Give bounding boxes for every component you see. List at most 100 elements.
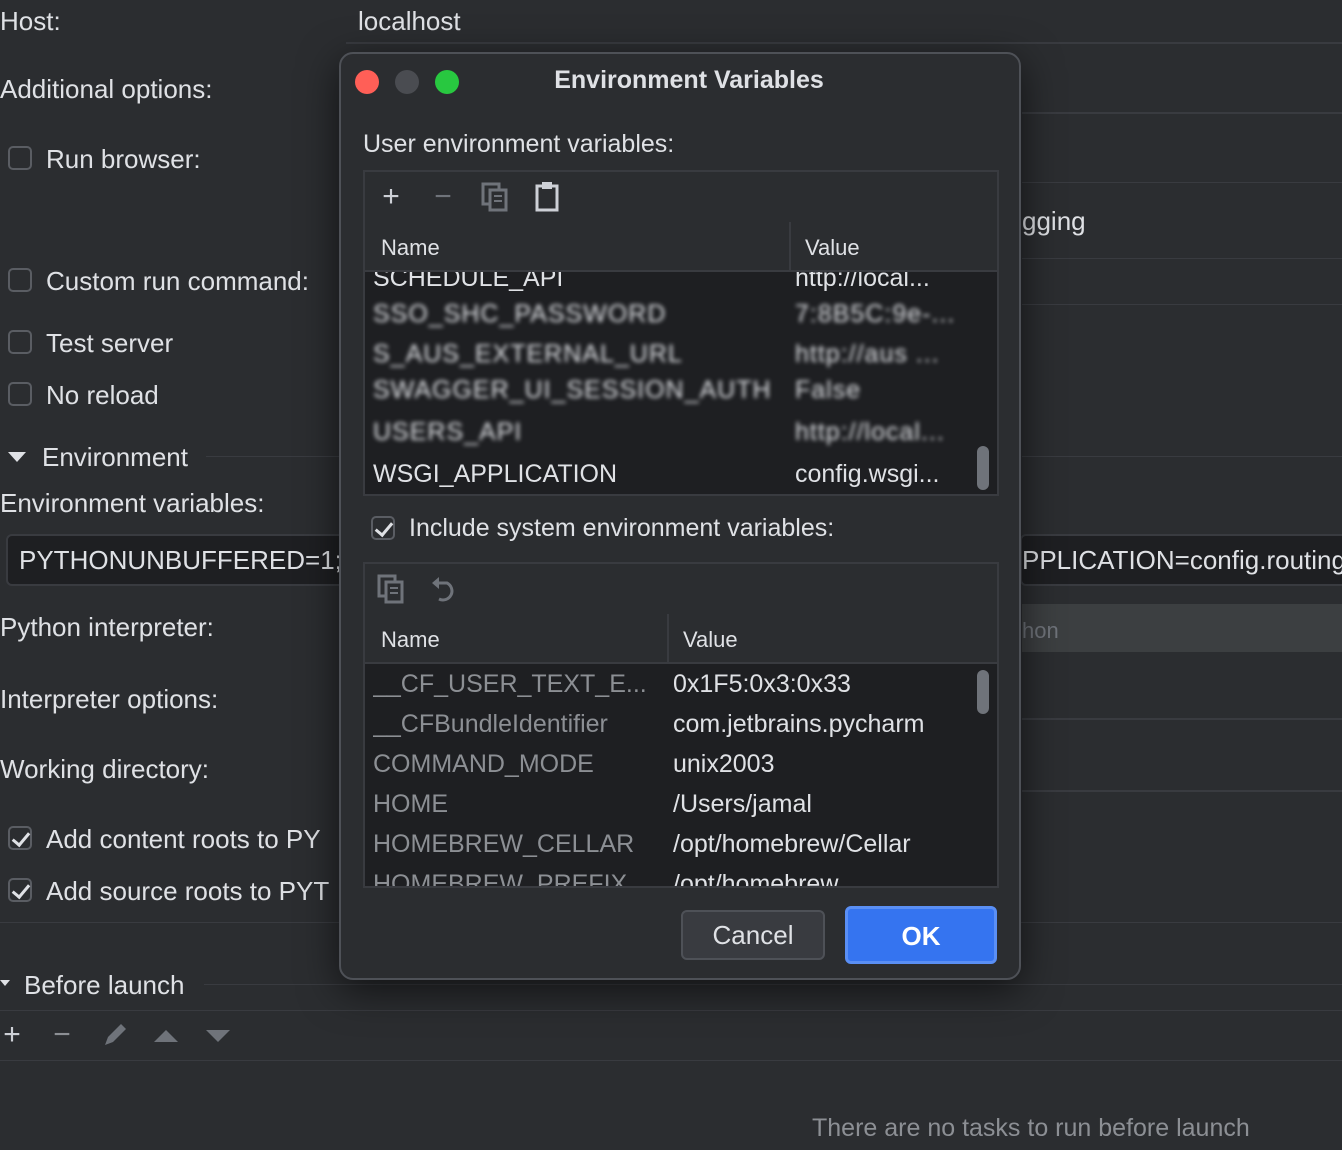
custom-run-command-checkbox[interactable] bbox=[8, 268, 32, 292]
variable-name: COMMAND_MODE bbox=[373, 750, 594, 778]
run-browser-checkbox[interactable] bbox=[8, 146, 32, 170]
variable-value: 0x1F5:0x3:0x33 bbox=[673, 670, 851, 698]
value-column-header[interactable]: Value bbox=[683, 627, 738, 653]
user-env-rows: SCHEDULE_API http://local... SSO_SHC_PAS… bbox=[365, 272, 967, 494]
column-separator bbox=[667, 614, 669, 662]
test-server-checkbox[interactable] bbox=[8, 330, 32, 354]
add-task-icon[interactable]: + bbox=[0, 1020, 28, 1050]
edit-task-icon[interactable] bbox=[100, 1020, 130, 1057]
variable-name: USERS_API bbox=[373, 418, 523, 446]
variable-name: SWAGGER_UI_SESSION_AUTH bbox=[373, 376, 772, 404]
dialog-title: Environment Variables bbox=[554, 66, 824, 94]
interpreter-options-field[interactable] bbox=[1022, 674, 1342, 720]
variable-value: http://local... bbox=[795, 272, 930, 292]
interpreter-options-label: Interpreter options: bbox=[0, 684, 219, 714]
divider bbox=[0, 1060, 1342, 1061]
add-content-roots-checkbox[interactable] bbox=[8, 826, 32, 850]
environment-variables-dialog: Environment Variables User environment v… bbox=[339, 52, 1021, 980]
name-column-header[interactable]: Name bbox=[381, 235, 440, 261]
variable-name: HOMEBREW_PREFIX bbox=[373, 870, 628, 888]
add-content-roots-label: Add content roots to PY bbox=[46, 824, 321, 854]
system-env-table-header: Name Value bbox=[365, 614, 997, 664]
no-reload-label: No reload bbox=[46, 380, 159, 410]
include-system-env-label: Include system environment variables: bbox=[409, 514, 835, 542]
revert-icon[interactable] bbox=[429, 574, 459, 611]
host-label: Host: bbox=[0, 6, 61, 36]
variable-name: WSGI_APPLICATION bbox=[373, 460, 618, 488]
copy-icon[interactable] bbox=[377, 574, 405, 611]
environment-section-line-right bbox=[1022, 456, 1342, 457]
logging-label-partial: gging bbox=[1022, 206, 1086, 236]
table-row[interactable]: SWAGGER_UI_SESSION_AUTH False bbox=[365, 376, 967, 416]
remove-task-icon[interactable]: − bbox=[46, 1020, 78, 1050]
working-directory-label: Working directory: bbox=[0, 754, 210, 784]
system-env-vars-table: Name Value __CF_USER_TEXT_E... 0x1F5:0x3… bbox=[363, 562, 999, 888]
divider bbox=[1022, 258, 1342, 259]
variable-value: http://aus ... bbox=[795, 340, 940, 368]
table-row[interactable]: HOMEBREW_PREFIX /opt/homebrew bbox=[365, 870, 967, 888]
cancel-button[interactable]: Cancel bbox=[681, 910, 825, 960]
before-launch-section-title[interactable]: Before launch bbox=[24, 970, 184, 1001]
variable-value: /Users/jamal bbox=[673, 790, 812, 818]
table-row[interactable]: HOMEBREW_CELLAR /opt/homebrew/Cellar bbox=[365, 830, 967, 870]
user-env-table-header: Name Value bbox=[365, 222, 997, 272]
no-reload-checkbox[interactable] bbox=[8, 382, 32, 406]
run-browser-field-line bbox=[1022, 182, 1342, 183]
python-interpreter-label: Python interpreter: bbox=[0, 612, 214, 642]
variable-name: SCHEDULE_API bbox=[373, 272, 564, 292]
add-source-roots-checkbox[interactable] bbox=[8, 878, 32, 902]
system-env-scrollbar[interactable] bbox=[977, 670, 989, 714]
variable-name: S_AUS_EXTERNAL_URL bbox=[373, 340, 683, 368]
no-tasks-message: There are no tasks to run before launch bbox=[812, 1114, 1250, 1142]
table-row[interactable]: COMMAND_MODE unix2003 bbox=[365, 750, 967, 790]
system-env-rows: __CF_USER_TEXT_E... 0x1F5:0x3:0x33 __CFB… bbox=[365, 664, 967, 888]
variable-value: config.wsgi... bbox=[795, 460, 940, 488]
table-row[interactable]: __CF_USER_TEXT_E... 0x1F5:0x3:0x33 bbox=[365, 670, 967, 710]
divider bbox=[1022, 304, 1342, 305]
variable-value: unix2003 bbox=[673, 750, 775, 778]
host-field[interactable]: localhost bbox=[346, 0, 1342, 44]
table-row[interactable]: __CFBundleIdentifier com.jetbrains.pycha… bbox=[365, 710, 967, 750]
additional-options-field[interactable] bbox=[1022, 66, 1342, 114]
variable-name: HOME bbox=[373, 790, 448, 818]
include-system-env-checkbox[interactable] bbox=[371, 516, 395, 540]
user-env-vars-label: User environment variables: bbox=[363, 130, 675, 158]
user-env-vars-table: + − Name Value SCHEDULE_API http://local… bbox=[363, 170, 999, 496]
env-vars-value: PYTHONUNBUFFERED=1;/ bbox=[19, 545, 350, 575]
env-vars-field-right[interactable]: PPLICATION=config.routing bbox=[1020, 534, 1342, 586]
value-column-header[interactable]: Value bbox=[805, 235, 860, 261]
variable-value: /opt/homebrew/Cellar bbox=[673, 830, 911, 858]
python-interpreter-select[interactable]: hon bbox=[1022, 604, 1342, 652]
table-row[interactable]: WSGI_APPLICATION config.wsgi... bbox=[365, 460, 967, 494]
remove-variable-icon[interactable]: − bbox=[427, 182, 459, 212]
table-row[interactable]: HOME /Users/jamal bbox=[365, 790, 967, 830]
copy-icon[interactable] bbox=[481, 182, 509, 219]
user-env-scrollbar[interactable] bbox=[977, 446, 989, 490]
move-up-icon[interactable] bbox=[154, 1030, 178, 1042]
move-down-icon[interactable] bbox=[206, 1030, 230, 1042]
env-vars-field[interactable]: PYTHONUNBUFFERED=1;/ bbox=[6, 534, 350, 586]
working-directory-field[interactable] bbox=[1022, 746, 1342, 792]
environment-section-line bbox=[206, 456, 342, 457]
variable-value: /opt/homebrew bbox=[673, 870, 839, 888]
test-server-label: Test server bbox=[46, 328, 174, 358]
variable-name: __CF_USER_TEXT_E... bbox=[373, 670, 647, 698]
variable-name: SSO_SHC_PASSWORD bbox=[373, 300, 667, 328]
table-row[interactable]: USERS_API http://local... bbox=[365, 418, 967, 458]
paste-icon[interactable] bbox=[535, 180, 559, 219]
before-launch-section-line bbox=[204, 984, 1342, 985]
environment-collapse-icon[interactable] bbox=[8, 452, 26, 462]
environment-section-title[interactable]: Environment bbox=[42, 442, 188, 473]
variable-name: HOMEBREW_CELLAR bbox=[373, 830, 635, 858]
table-row[interactable]: S_AUS_EXTERNAL_URL http://aus ... bbox=[365, 340, 967, 380]
variable-value: False bbox=[795, 376, 862, 404]
table-row[interactable]: SSO_SHC_PASSWORD 7:8B5C:9e-... bbox=[365, 300, 967, 340]
divider bbox=[0, 1010, 1342, 1011]
custom-run-command-label: Custom run command: bbox=[46, 266, 309, 296]
add-variable-icon[interactable]: + bbox=[375, 182, 407, 212]
ok-button[interactable]: OK bbox=[845, 906, 997, 964]
name-column-header[interactable]: Name bbox=[381, 627, 440, 653]
additional-options-label: Additional options: bbox=[0, 74, 213, 104]
before-launch-collapse-icon[interactable] bbox=[0, 980, 10, 986]
variable-value: 7:8B5C:9e-... bbox=[795, 300, 956, 328]
